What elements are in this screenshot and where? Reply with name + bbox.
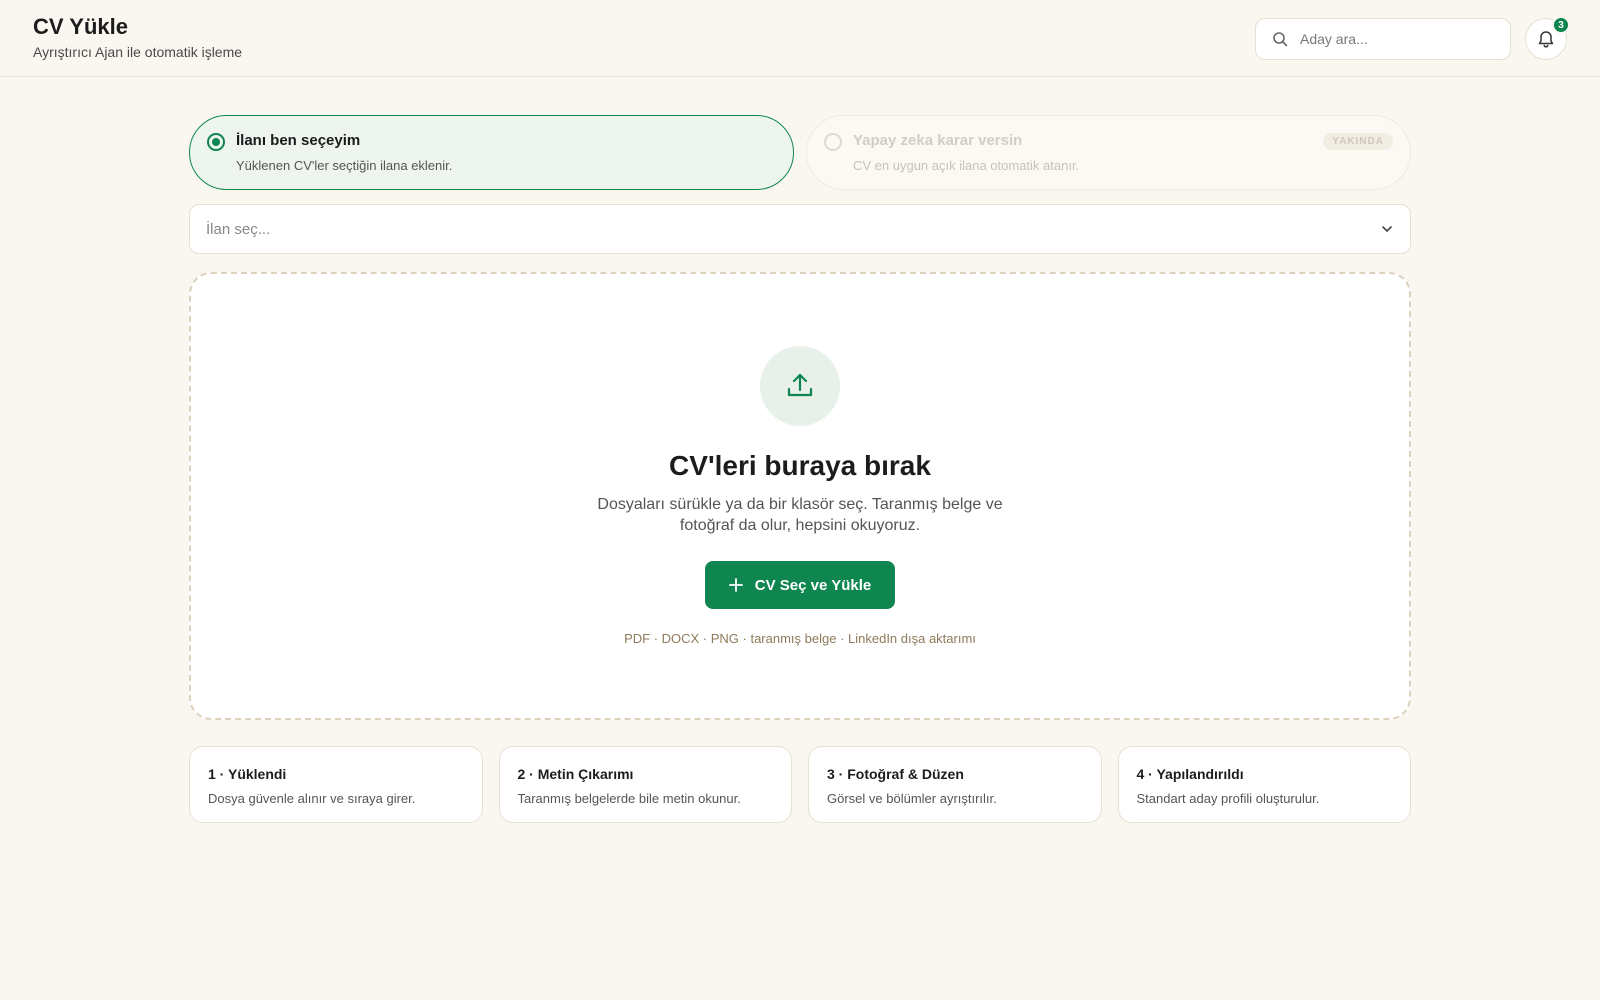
option-manual-select[interactable]: İlanı ben seçeyim Yüklenen CV'ler seçtiğ… (189, 115, 794, 190)
select-upload-cv-button[interactable]: CV Seç ve Yükle (704, 561, 896, 609)
step-title: 3 · Fotoğraf & Düzen (827, 766, 964, 782)
step-title: 4 · Yapılandırıldı (1136, 766, 1244, 782)
upload-main: İlanı ben seçeyim Yüklenen CV'ler seçtiğ… (189, 115, 1411, 823)
option-description: Yüklenen CV'ler seçtiğin ilana eklenir. (236, 158, 453, 173)
step-card: 4 · Yapılandırıldı Standart aday profili… (1117, 746, 1411, 823)
page-header: CV Yükle Ayrıştırıcı Ajan ile otomatik i… (0, 0, 1600, 77)
option-title: İlanı ben seçeyim (236, 132, 361, 149)
step-title: 2 · Metin Çıkarımı (517, 766, 634, 782)
step-description: Standart aday profili oluşturulur. (1136, 791, 1320, 806)
radio-selected[interactable] (207, 133, 225, 151)
radio-unselected (824, 133, 842, 151)
step-description: Dosya güvenle alınır ve sıraya girer. (208, 791, 416, 806)
search-input[interactable] (1300, 31, 1490, 47)
job-select[interactable]: İlan seç... (189, 204, 1411, 254)
processing-steps: 1 · Yüklendi Dosya güvenle alınır ve sır… (189, 746, 1411, 823)
option-description: CV en uygun açık ilana otomatik atanır. (853, 158, 1080, 173)
step-card: 1 · Yüklendi Dosya güvenle alınır ve sır… (189, 746, 483, 823)
upload-icon-circle (760, 346, 840, 426)
upload-icon (787, 373, 813, 397)
step-title: 1 · Yüklendi (208, 766, 287, 782)
plus-icon (728, 578, 743, 592)
cv-dropzone[interactable]: CV'leri buraya bırak Dosyaları sürükle y… (189, 272, 1411, 720)
notifications-button[interactable]: 3 (1525, 16, 1570, 60)
notification-count-badge: 3 (1552, 16, 1570, 34)
page-title: CV Yükle (33, 14, 128, 39)
dropzone-title: CV'leri buraya bırak (669, 450, 931, 481)
step-description: Görsel ve bölümler ayrıştırılır. (827, 791, 997, 806)
search-icon (1273, 32, 1288, 47)
coming-soon-badge: YAKINDA (1323, 133, 1393, 150)
option-ai-decide: Yapay zeka karar versin CV en uygun açık… (806, 115, 1411, 190)
bell-icon (1538, 31, 1554, 48)
button-label: CV Seç ve Yükle (754, 576, 872, 594)
job-select-placeholder: İlan seç... (206, 220, 271, 238)
step-card: 3 · Fotoğraf & Düzen Görsel ve bölümler … (808, 746, 1102, 823)
assignment-mode-options: İlanı ben seçeyim Yüklenen CV'ler seçtiğ… (189, 115, 1411, 190)
dropzone-description: Dosyaları sürükle ya da bir klasör seç. … (597, 496, 1003, 534)
step-card: 2 · Metin Çıkarımı Taranmış belgelerde b… (498, 746, 792, 823)
supported-formats: PDF · DOCX · PNG · taranmış belge · Link… (624, 631, 976, 646)
chevron-down-icon (1382, 226, 1392, 232)
candidate-search[interactable] (1255, 18, 1511, 60)
page-subtitle: Ayrıştırıcı Ajan ile otomatik işleme (33, 44, 243, 60)
step-description: Taranmış belgelerde bile metin okunur. (517, 791, 741, 806)
